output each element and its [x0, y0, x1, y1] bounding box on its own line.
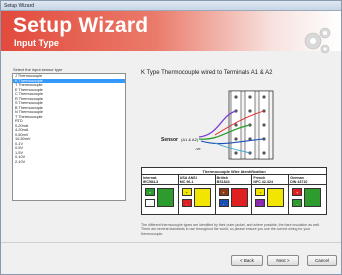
- window-title: Setup Wizard: [4, 3, 35, 9]
- negative-wire-swatch: -: [181, 199, 192, 207]
- banner-subtitle: Input Type: [14, 38, 59, 48]
- positive-wire-swatch: +: [292, 188, 303, 196]
- wire-polarity-sign: +: [296, 190, 299, 195]
- wire-standard-header: British BS1843: [215, 175, 252, 185]
- wire-polarity-sign: +: [222, 190, 225, 195]
- wire-polarity-sign: +: [185, 190, 188, 195]
- sensor-type-label: Select the input sensor type: [13, 67, 63, 72]
- setup-wizard-window: Setup Wizard Setup Wizard Input Type Sel…: [0, 0, 342, 275]
- wiring-diagram: Sensor (A1 & A2) -ve: [161, 90, 274, 160]
- info-text: The different thermocouple types are ide…: [141, 223, 320, 236]
- wire-standard-column: German DIN 43710 + -: [289, 175, 326, 214]
- sensor-terminal-label: (A1 & A2): [181, 137, 199, 142]
- wire-polarity-sign: -: [222, 201, 225, 206]
- footer-divider: [1, 242, 341, 243]
- positive-wire-swatch: +: [145, 188, 155, 196]
- next-button[interactable]: Next >: [267, 255, 299, 266]
- wire-standard-column: USA ANSI MC 96.1 + -: [178, 175, 216, 214]
- wire-sheath-swatch: [230, 188, 248, 207]
- wizard-banner: Setup Wizard Input Type: [1, 11, 341, 54]
- sensor-list-item[interactable]: 2-10V: [13, 160, 125, 165]
- negative-wire-swatch: -: [255, 199, 266, 207]
- cancel-button[interactable]: Cancel: [307, 255, 337, 266]
- sensor-label: Sensor: [161, 137, 178, 143]
- wire-standard-header: USA ANSI MC 96.1: [178, 175, 215, 185]
- wire-standard-column: Internat. IEC584-3 + -: [142, 175, 179, 214]
- wire-standard-code: IEC584-3: [143, 180, 159, 184]
- positive-wire-swatch: +: [255, 188, 266, 196]
- wire-standard-header: Internat. IEC584-3: [142, 175, 178, 185]
- negative-wire-swatch: -: [292, 199, 303, 207]
- wire-standard-code: MC 96.1: [179, 180, 194, 184]
- negative-wire-swatch: -: [145, 199, 155, 207]
- wire-polarity-sign: -: [186, 201, 188, 206]
- wire-sheath-swatch: [267, 188, 285, 207]
- negative-wire-swatch: -: [218, 199, 229, 207]
- window-titlebar: Setup Wizard: [1, 1, 341, 11]
- back-button[interactable]: < Back: [231, 255, 263, 266]
- wire-polarity-sign: +: [148, 190, 152, 195]
- wire-table-title: Thermocouple Wire Identification: [142, 168, 326, 175]
- wire-polarity-sign: -: [296, 201, 298, 206]
- banner-title: Setup Wizard: [13, 14, 149, 37]
- sensor-type-list[interactable]: J Thermocouple K Thermocouple T Thermocoup…: [12, 73, 126, 201]
- wire-standard-header: French NFC 42-324: [252, 175, 289, 185]
- positive-wire-swatch: +: [218, 188, 229, 196]
- positive-wire-swatch: +: [181, 188, 192, 196]
- negative-label: -ve: [195, 146, 201, 151]
- wire-identification-table: Thermocouple Wire Identification Interna…: [141, 167, 327, 215]
- wire-polarity-sign: +: [259, 190, 262, 195]
- wire-standard-column: British BS1843 + -: [215, 175, 253, 214]
- wire-sheath-swatch: [193, 188, 211, 207]
- wire-standard-code: BS1843: [216, 180, 230, 184]
- wire-standard-code: NFC 42-324: [253, 180, 273, 184]
- wire-standard-header: German DIN 43710: [289, 175, 326, 185]
- wire-polarity-sign: -: [149, 201, 151, 206]
- wire-polarity-sign: -: [259, 201, 262, 206]
- wire-standard-column: French NFC 42-324 + -: [252, 175, 290, 214]
- wire-standard-code: DIN 43710: [290, 180, 308, 184]
- wiring-heading: K Type Thermocouple wired to Terminals A…: [141, 70, 273, 76]
- gears-icon: [304, 27, 331, 54]
- wire-sheath-swatch: [157, 188, 174, 207]
- wire-sheath-swatch: [304, 188, 322, 207]
